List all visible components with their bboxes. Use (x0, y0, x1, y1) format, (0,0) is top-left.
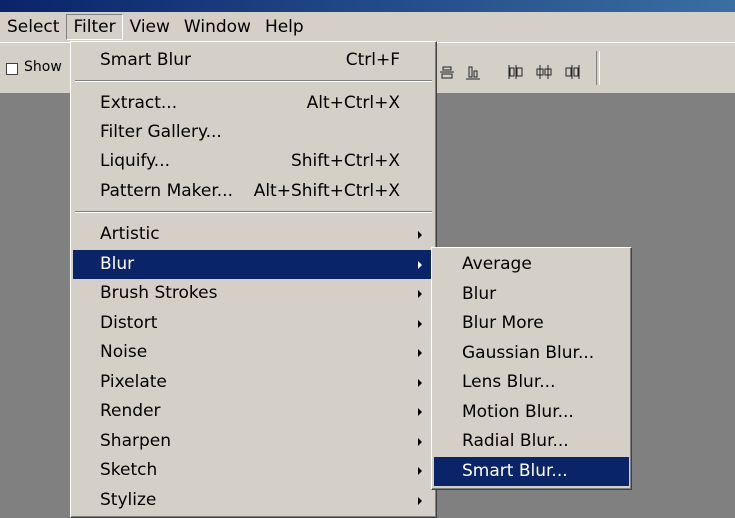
blur-blur[interactable]: Blur (434, 280, 629, 309)
filter-distort[interactable]: Distort (73, 309, 434, 338)
menu-filter[interactable]: Filter (66, 14, 123, 40)
filter-gallery[interactable]: Filter Gallery... (73, 118, 434, 147)
toolbar-separator (596, 51, 600, 85)
item-label: Liquify... (100, 151, 171, 171)
item-label: Sketch (100, 460, 158, 480)
item-shortcut: Alt+Shift+Ctrl+X (253, 181, 400, 201)
submenu-arrow-icon (418, 497, 422, 505)
submenu-arrow-icon (418, 261, 422, 269)
title-bar (0, 0, 735, 12)
filter-noise[interactable]: Noise (73, 338, 434, 367)
menu-select[interactable]: Select (0, 14, 66, 40)
submenu-arrow-icon (418, 320, 422, 328)
submenu-arrow-icon (418, 349, 422, 357)
filter-liquify[interactable]: Liquify... Shift+Ctrl+X (73, 147, 434, 176)
filter-artistic[interactable]: Artistic (73, 220, 434, 249)
submenu-arrow-icon (418, 290, 422, 298)
distribute-hcenter-icon[interactable] (534, 63, 554, 81)
item-label: Stylize (100, 490, 157, 510)
submenu-arrow-icon (418, 408, 422, 416)
blur-submenu: Average Blur Blur More Gaussian Blur... … (431, 247, 632, 490)
item-label: Filter Gallery... (100, 122, 222, 142)
filter-menu: Smart Blur Ctrl+F Extract... Alt+Ctrl+X … (70, 41, 437, 518)
align-vcenter-icon[interactable] (438, 63, 456, 81)
item-label: Artistic (100, 224, 160, 244)
item-label: Sharpen (100, 431, 171, 451)
filter-sketch[interactable]: Sketch (73, 456, 434, 485)
filter-pattern-maker[interactable]: Pattern Maker... Alt+Shift+Ctrl+X (73, 177, 434, 206)
show-label: Show (24, 59, 62, 75)
filter-stylize[interactable]: Stylize (73, 486, 434, 515)
blur-lens[interactable]: Lens Blur... (434, 368, 629, 397)
submenu-arrow-icon (418, 231, 422, 239)
filter-last-smart-blur[interactable]: Smart Blur Ctrl+F (73, 46, 434, 75)
filter-pixelate[interactable]: Pixelate (73, 368, 434, 397)
filter-blur[interactable]: Blur (73, 250, 434, 279)
blur-radial[interactable]: Radial Blur... (434, 427, 629, 456)
item-label: Brush Strokes (100, 283, 218, 303)
submenu-arrow-icon (418, 438, 422, 446)
blur-average[interactable]: Average (434, 250, 629, 279)
filter-extract[interactable]: Extract... Alt+Ctrl+X (73, 89, 434, 118)
item-label: Blur (100, 254, 135, 274)
blur-smart[interactable]: Smart Blur... (434, 457, 629, 486)
item-label: Smart Blur (100, 50, 191, 70)
align-tools (438, 51, 600, 85)
blur-motion[interactable]: Motion Blur... (434, 398, 629, 427)
blur-blur-more[interactable]: Blur More (434, 309, 629, 338)
item-shortcut: Alt+Ctrl+X (306, 93, 400, 113)
item-shortcut: Ctrl+F (345, 50, 400, 70)
filter-sharpen[interactable]: Sharpen (73, 427, 434, 456)
distribute-left-icon[interactable] (506, 63, 526, 81)
menu-window[interactable]: Window (177, 14, 258, 40)
item-label: Render (100, 401, 161, 421)
item-label: Pixelate (100, 372, 167, 392)
submenu-arrow-icon (418, 379, 422, 387)
align-bottom-icon[interactable] (464, 63, 482, 81)
item-label: Distort (100, 313, 158, 333)
item-label: Extract... (100, 93, 178, 113)
filter-brush-strokes[interactable]: Brush Strokes (73, 279, 434, 308)
item-label: Noise (100, 342, 148, 362)
blur-gaussian[interactable]: Gaussian Blur... (434, 339, 629, 368)
filter-render[interactable]: Render (73, 397, 434, 426)
item-shortcut: Shift+Ctrl+X (290, 151, 400, 171)
menu-view[interactable]: View (123, 14, 177, 40)
distribute-right-icon[interactable] (562, 63, 582, 81)
show-checkbox[interactable] (6, 63, 18, 75)
menu-divider (75, 80, 432, 82)
menu-help[interactable]: Help (258, 14, 311, 40)
menu-divider (75, 211, 432, 213)
submenu-arrow-icon (418, 467, 422, 475)
menu-bar: Select Filter View Window Help (0, 12, 735, 42)
item-label: Pattern Maker... (100, 181, 233, 201)
